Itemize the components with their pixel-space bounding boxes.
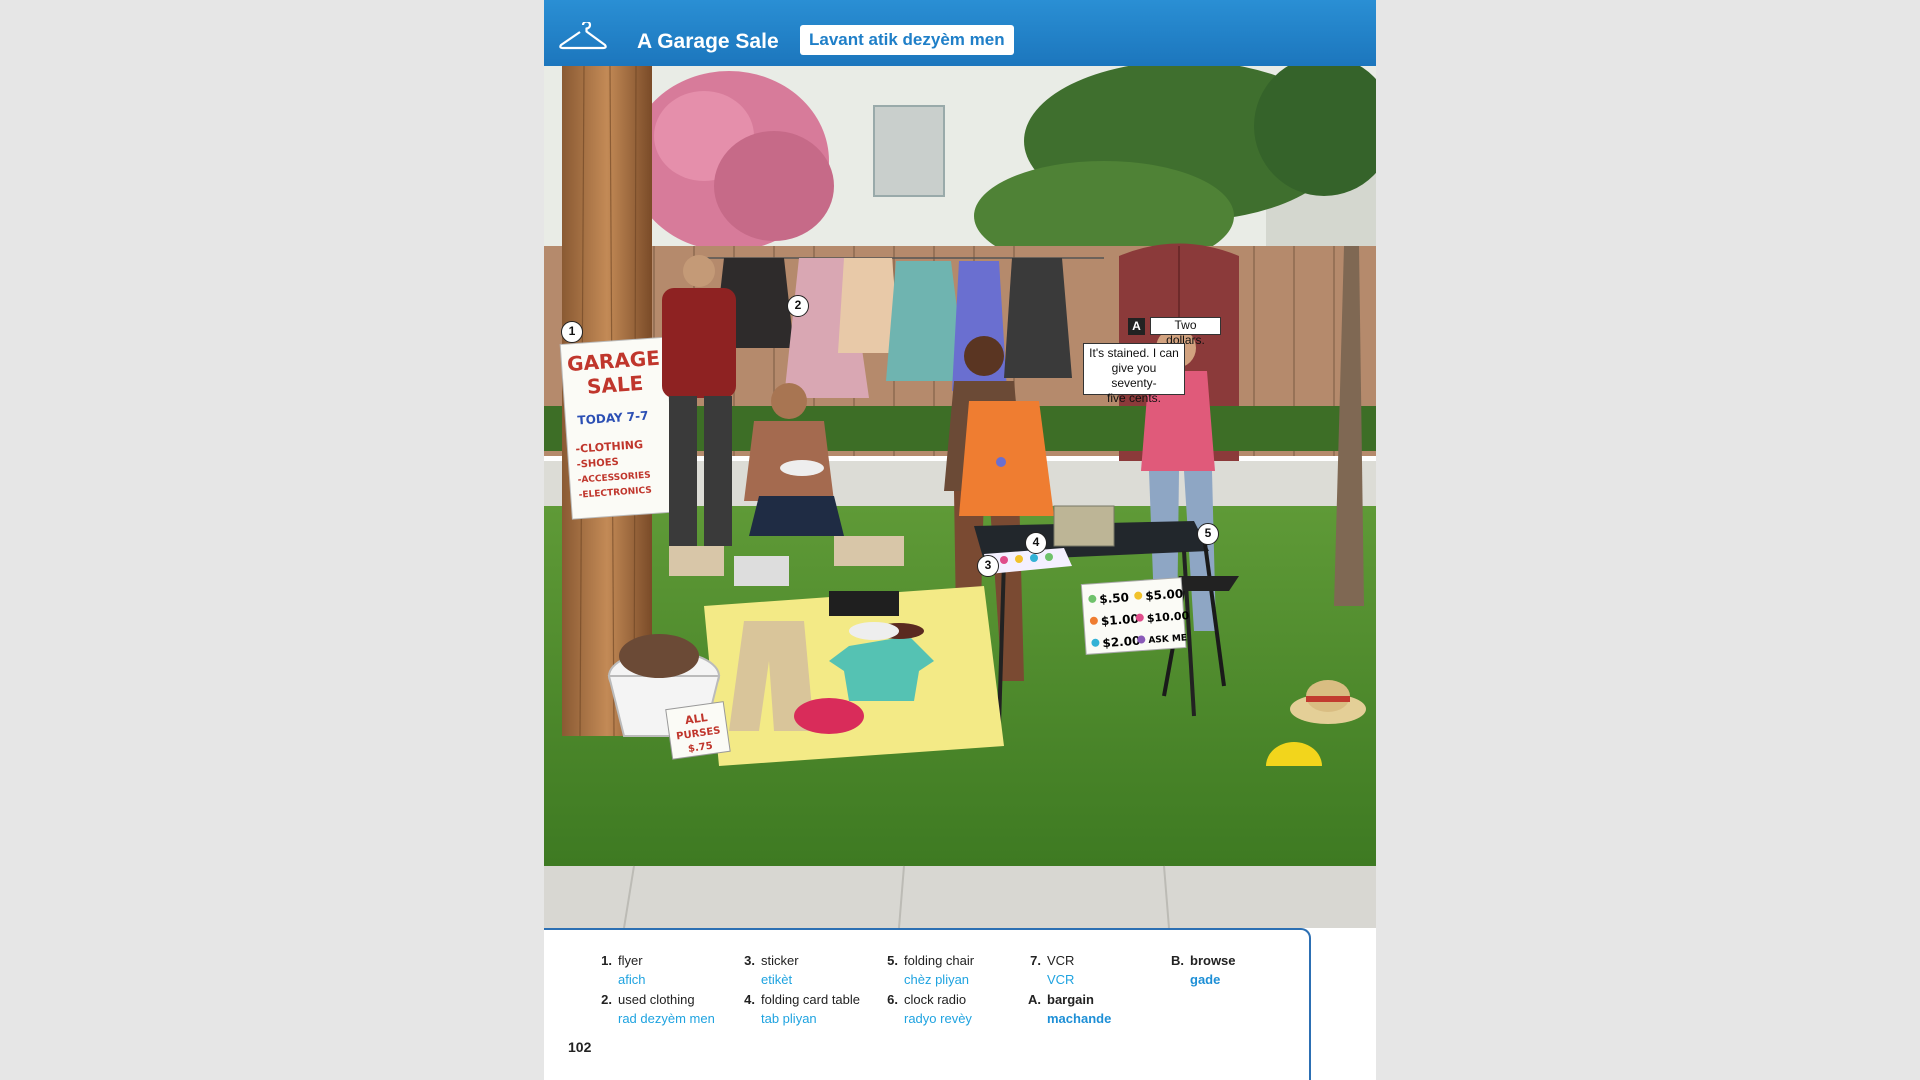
hanger-icon [559, 22, 607, 50]
buyer-speech-bubble: It's stained. I can give you seventy- fi… [1083, 343, 1185, 405]
callout-3: 3 [977, 555, 999, 577]
callout-1: 1 [561, 321, 583, 343]
vocab-item-3: 3. sticker etikèt [744, 953, 799, 987]
price-sign: $.50 $5.00 $1.00 $10.00 $2.00 ASK ME [1080, 577, 1190, 655]
svg-text:$5.00: $5.00 [1145, 587, 1184, 604]
garage-sale-flyer: GARAGE SALE TODAY 7-7 -CLOTHING -SHOES -… [559, 336, 678, 520]
vocab-item-1: 1. flyer afich [601, 953, 646, 987]
svg-text:$.50: $.50 [1099, 590, 1130, 606]
vocab-item-6: 6. clock radio radyo revèy [887, 992, 972, 1026]
page-subtitle-translation: Lavant atik dezyèm men [800, 25, 1014, 55]
callout-4: 4 [1025, 532, 1047, 554]
vocab-item-5: 5. folding chair chèz pliyan [887, 953, 975, 987]
page-header: A Garage Sale Lavant atik dezyèm men [544, 0, 1376, 66]
buyer-speech-line-2: give you seventy- [1111, 361, 1157, 390]
vocab-item-b: B. browse gade [1171, 953, 1236, 987]
vocab-item-2: 2. used clothing rad dezyèm men [601, 992, 715, 1026]
callout-5: 5 [1197, 523, 1219, 545]
svg-text:$1.00: $1.00 [1100, 612, 1139, 629]
vocab-item-7: 7. VCR VCR [1030, 953, 1075, 987]
document-page: A Garage Sale Lavant atik dezyèm men GAR… [544, 0, 1376, 1080]
page-number: 102 [568, 1039, 592, 1055]
scene-drawing: GARAGE SALE TODAY 7-7 -CLOTHING -SHOES -… [544, 56, 1376, 929]
vocab-item-a: A. bargain machande [1028, 992, 1112, 1026]
garage-sale-illustration: GARAGE SALE TODAY 7-7 -CLOTHING -SHOES -… [544, 56, 1376, 929]
page-title: A Garage Sale [637, 30, 779, 53]
speech-label-a: A [1128, 318, 1145, 335]
callout-2: 2 [787, 295, 809, 317]
svg-text:SALE: SALE [586, 371, 644, 399]
seller-speech-bubble: Two dollars. [1150, 317, 1221, 347]
buyer-speech-line-1: It's stained. I can [1089, 346, 1179, 360]
document-viewer: A Garage Sale Lavant atik dezyèm men GAR… [0, 0, 1920, 1080]
vocabulary-box: 1. flyer afich 2. used clothing rad dezy… [544, 928, 1311, 1080]
buyer-speech-line-3: five cents. [1106, 391, 1162, 405]
vocab-item-4: 4. folding card table tab pliyan [744, 992, 861, 1026]
svg-text:$2.00: $2.00 [1102, 634, 1141, 651]
